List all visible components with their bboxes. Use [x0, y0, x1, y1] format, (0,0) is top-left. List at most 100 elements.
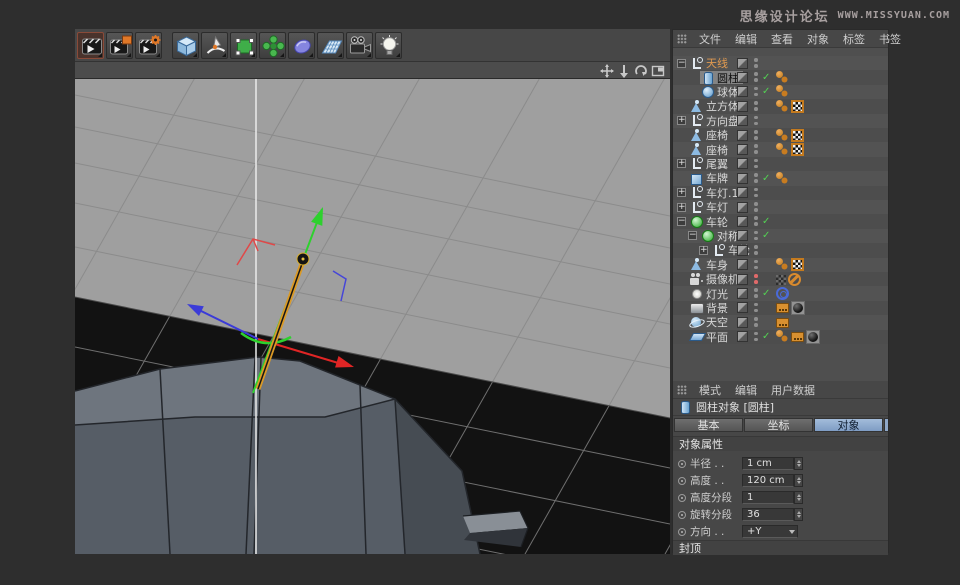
- visibility-dots[interactable]: [754, 274, 758, 285]
- visibility-dots[interactable]: [754, 202, 758, 213]
- stepper-arrows[interactable]: [794, 457, 803, 470]
- film-tag-icon[interactable]: [791, 332, 804, 342]
- tab-坐标[interactable]: 坐标: [744, 418, 813, 432]
- tree-row-天线[interactable]: −天线: [673, 56, 888, 70]
- layer-chip[interactable]: [737, 230, 748, 241]
- layer-chip[interactable]: [737, 302, 748, 313]
- checker-tag-icon[interactable]: [791, 100, 804, 113]
- attribute-manager-menu-item[interactable]: 编辑: [729, 382, 765, 398]
- layer-chip[interactable]: [737, 101, 748, 112]
- cross-tag-icon[interactable]: [776, 275, 786, 285]
- layer-chip[interactable]: [737, 317, 748, 328]
- stepper-arrows[interactable]: [794, 474, 803, 487]
- expand-icon[interactable]: +: [677, 203, 686, 212]
- layer-chip[interactable]: [737, 331, 748, 342]
- layer-chip[interactable]: [737, 187, 748, 198]
- phong-tag-icon[interactable]: [776, 100, 789, 113]
- tree-row-平面[interactable]: 平面✓: [673, 330, 888, 344]
- keyframe-circle-icon[interactable]: [678, 511, 686, 519]
- value-input[interactable]: 36: [742, 508, 794, 521]
- object-manager-menu-item[interactable]: 文件: [693, 31, 729, 47]
- viewport-canvas[interactable]: [75, 78, 670, 553]
- visibility-dots[interactable]: [754, 188, 758, 199]
- section-caps[interactable]: 封顶: [673, 540, 888, 555]
- ball-tag-icon[interactable]: [806, 330, 820, 344]
- visibility-dots[interactable]: [754, 116, 758, 127]
- keyframe-circle-icon[interactable]: [678, 460, 686, 468]
- phong-tag-icon[interactable]: [776, 85, 789, 98]
- phong-tag-icon[interactable]: [776, 129, 789, 142]
- keyframe-circle-icon[interactable]: [678, 528, 686, 536]
- checker-tag-icon[interactable]: [791, 258, 804, 271]
- stepper-arrows[interactable]: [794, 491, 803, 504]
- enabled-check-icon[interactable]: ✓: [762, 288, 770, 299]
- tree-row-车牌[interactable]: 车牌✓: [673, 171, 888, 185]
- layer-chip[interactable]: [737, 144, 748, 155]
- layer-chip[interactable]: [737, 115, 748, 126]
- tree-row-灯光[interactable]: 灯光✓: [673, 286, 888, 300]
- enabled-check-icon[interactable]: ✓: [762, 86, 770, 97]
- section-object-properties[interactable]: 对象属性: [673, 436, 888, 451]
- phong-tag-icon[interactable]: [776, 71, 789, 84]
- tree-row-车灯.1[interactable]: +车灯.1: [673, 186, 888, 200]
- tree-row-座椅[interactable]: 座椅: [673, 128, 888, 142]
- value-input[interactable]: 1: [742, 491, 794, 504]
- visibility-dots[interactable]: [754, 130, 758, 141]
- visibility-dots[interactable]: [754, 245, 758, 256]
- visibility-dots[interactable]: [754, 173, 758, 184]
- visibility-dots[interactable]: [754, 260, 758, 271]
- camera-button[interactable]: [346, 32, 373, 59]
- tab-对象[interactable]: 对象: [814, 418, 883, 432]
- tree-row-背景[interactable]: 背景: [673, 301, 888, 315]
- collapse-icon[interactable]: −: [677, 217, 686, 226]
- expand-icon[interactable]: +: [677, 188, 686, 197]
- visibility-dots[interactable]: [754, 58, 758, 69]
- tree-row-圆柱[interactable]: 圆柱✓: [673, 70, 888, 84]
- visibility-dots[interactable]: [754, 144, 758, 155]
- layer-chip[interactable]: [737, 216, 748, 227]
- tree-row-车灯[interactable]: +车灯: [673, 200, 888, 214]
- expand-icon[interactable]: +: [677, 116, 686, 125]
- render-view-button[interactable]: [77, 32, 104, 59]
- visibility-dots[interactable]: [754, 159, 758, 170]
- visibility-dots[interactable]: [754, 317, 758, 328]
- film-tag-icon[interactable]: [776, 303, 789, 313]
- visibility-dots[interactable]: [754, 303, 758, 314]
- viewport-pan-button[interactable]: [600, 63, 614, 77]
- collapse-icon[interactable]: −: [688, 231, 697, 240]
- tree-row-车身[interactable]: 车身: [673, 258, 888, 272]
- visibility-dots[interactable]: [754, 332, 758, 343]
- tab-基本[interactable]: 基本: [674, 418, 743, 432]
- enabled-check-icon[interactable]: ✓: [762, 72, 770, 83]
- panel-grip-icon[interactable]: [677, 385, 687, 395]
- render-picture-viewer-button[interactable]: [106, 32, 133, 59]
- tree-row-车轮[interactable]: +车轮: [673, 243, 888, 257]
- visibility-dots[interactable]: [754, 72, 758, 83]
- object-manager-menu-item[interactable]: 标签: [837, 31, 873, 47]
- direction-dropdown[interactable]: +Y: [742, 525, 798, 538]
- collapse-icon[interactable]: −: [677, 59, 686, 68]
- enabled-check-icon[interactable]: ✓: [762, 216, 770, 227]
- layer-chip[interactable]: [737, 202, 748, 213]
- deformers-button[interactable]: [288, 32, 315, 59]
- value-input[interactable]: 120 cm: [742, 474, 794, 487]
- enabled-check-icon[interactable]: ✓: [762, 173, 770, 184]
- layer-chip[interactable]: [737, 288, 748, 299]
- phong-tag-icon[interactable]: [776, 143, 789, 156]
- expand-icon[interactable]: +: [677, 159, 686, 168]
- film-tag-icon[interactable]: [776, 318, 789, 328]
- modeling-generators-button[interactable]: [259, 32, 286, 59]
- viewport-toggle-view-button[interactable]: [651, 63, 665, 77]
- forbid-tag-icon[interactable]: [788, 273, 801, 286]
- spline-pen-button[interactable]: [201, 32, 228, 59]
- layer-chip[interactable]: [737, 58, 748, 69]
- phong-tag-icon[interactable]: [776, 172, 789, 185]
- visibility-dots[interactable]: [754, 231, 758, 242]
- visibility-dots[interactable]: [754, 87, 758, 98]
- panel-grip-icon[interactable]: [677, 34, 687, 44]
- object-manager-menu-item[interactable]: 对象: [801, 31, 837, 47]
- target-tag-icon[interactable]: [776, 287, 789, 300]
- attribute-manager-menu-item[interactable]: 用户数据: [765, 382, 823, 398]
- keyframe-circle-icon[interactable]: [678, 494, 686, 502]
- layer-chip[interactable]: [737, 245, 748, 256]
